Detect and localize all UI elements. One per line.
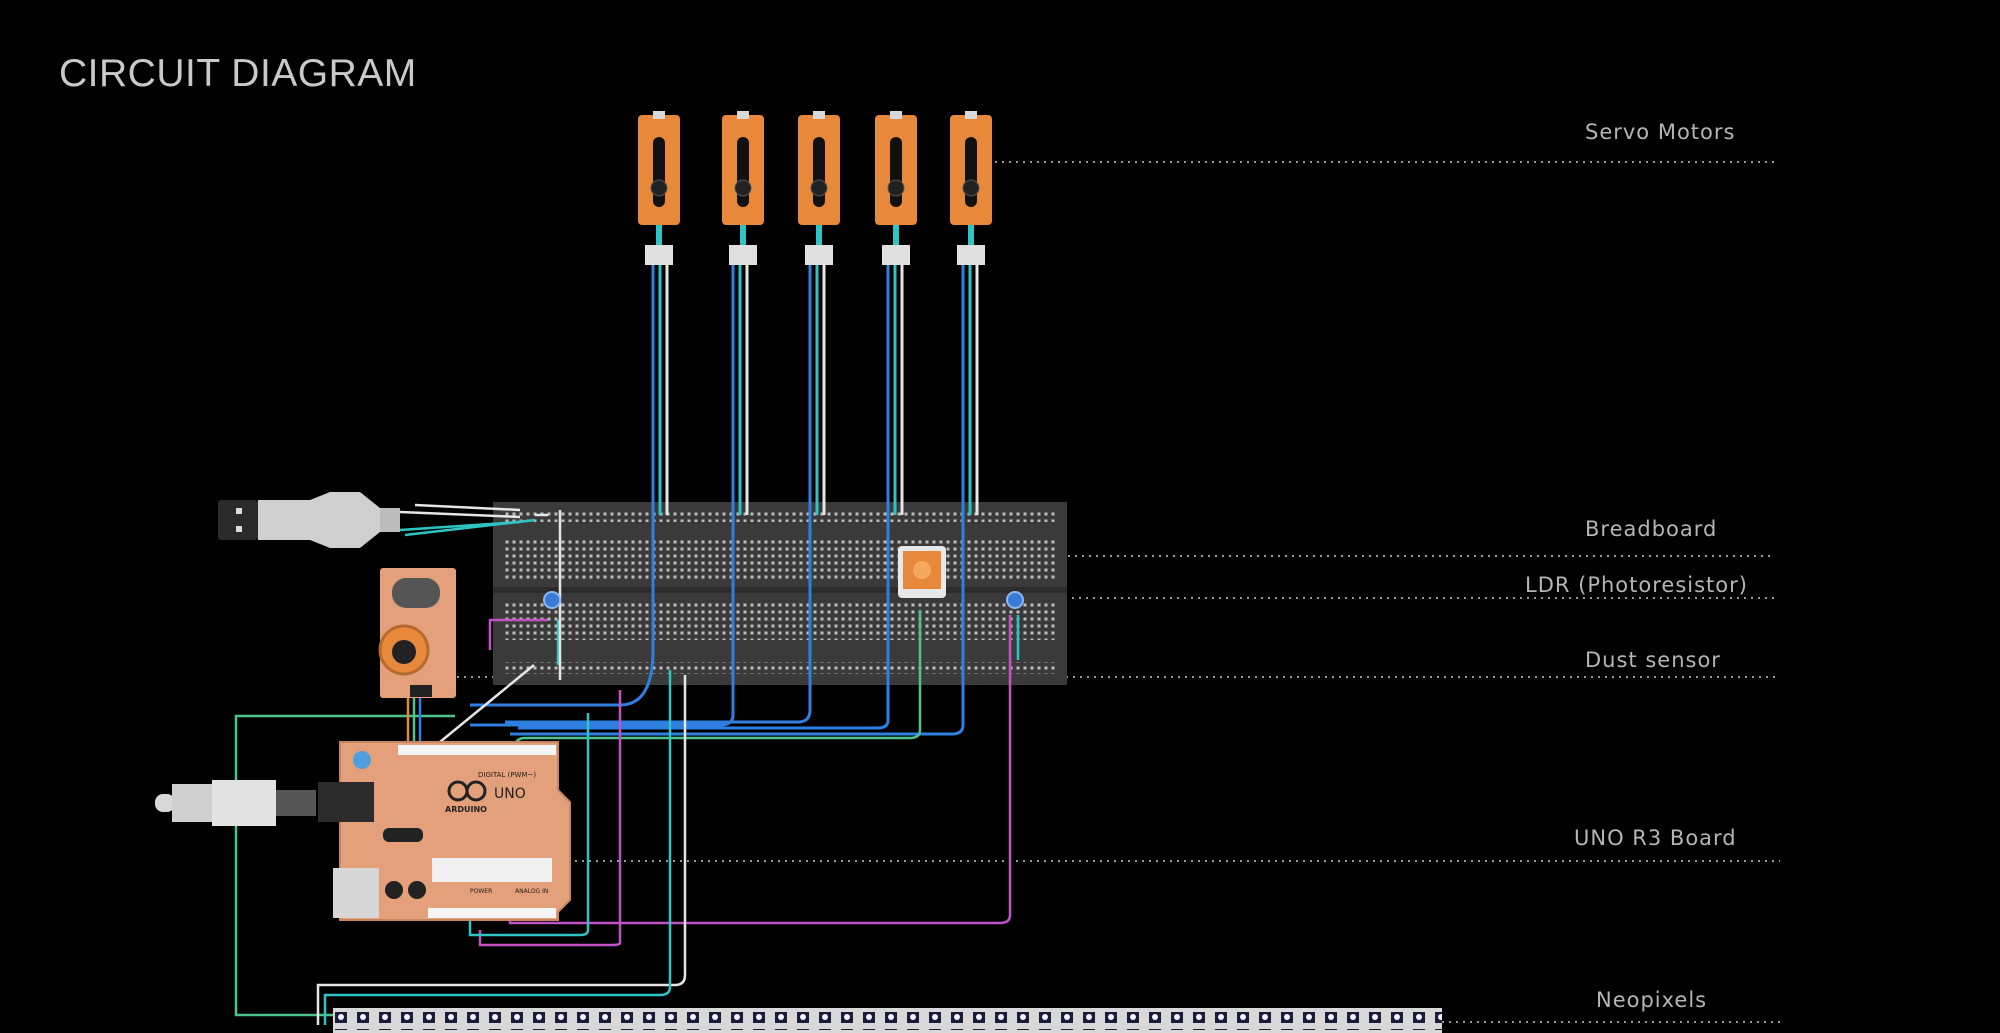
dust-sensor <box>378 568 456 698</box>
power-plug <box>155 780 316 826</box>
usb-cable <box>218 492 521 548</box>
ldr-2 <box>1006 591 1024 609</box>
breadboard <box>493 502 1067 685</box>
servo-motors <box>638 111 992 265</box>
arduino-uno: ARDUINO UNO DIGITAL (PWM~) POWER ANALOG … <box>318 741 571 921</box>
servo-motor-1 <box>638 111 680 265</box>
servo-motor-3 <box>798 111 840 265</box>
board-model-text: UNO <box>494 786 526 802</box>
circuit-diagram: ARDUINO UNO DIGITAL (PWM~) POWER ANALOG … <box>155 111 1780 1033</box>
servo-motor-2 <box>722 111 764 265</box>
servo-motor-4 <box>875 111 917 265</box>
board-power-text: POWER <box>470 888 492 895</box>
board-digital-text: DIGITAL (PWM~) <box>478 771 536 779</box>
board-brand-text: ARDUINO <box>445 805 487 814</box>
board-analog-text: ANALOG IN <box>515 888 548 895</box>
sensor-module <box>898 546 946 598</box>
servo-motor-5 <box>950 111 992 265</box>
neopixel-strip <box>333 1008 1442 1033</box>
ldr-1 <box>543 591 561 609</box>
